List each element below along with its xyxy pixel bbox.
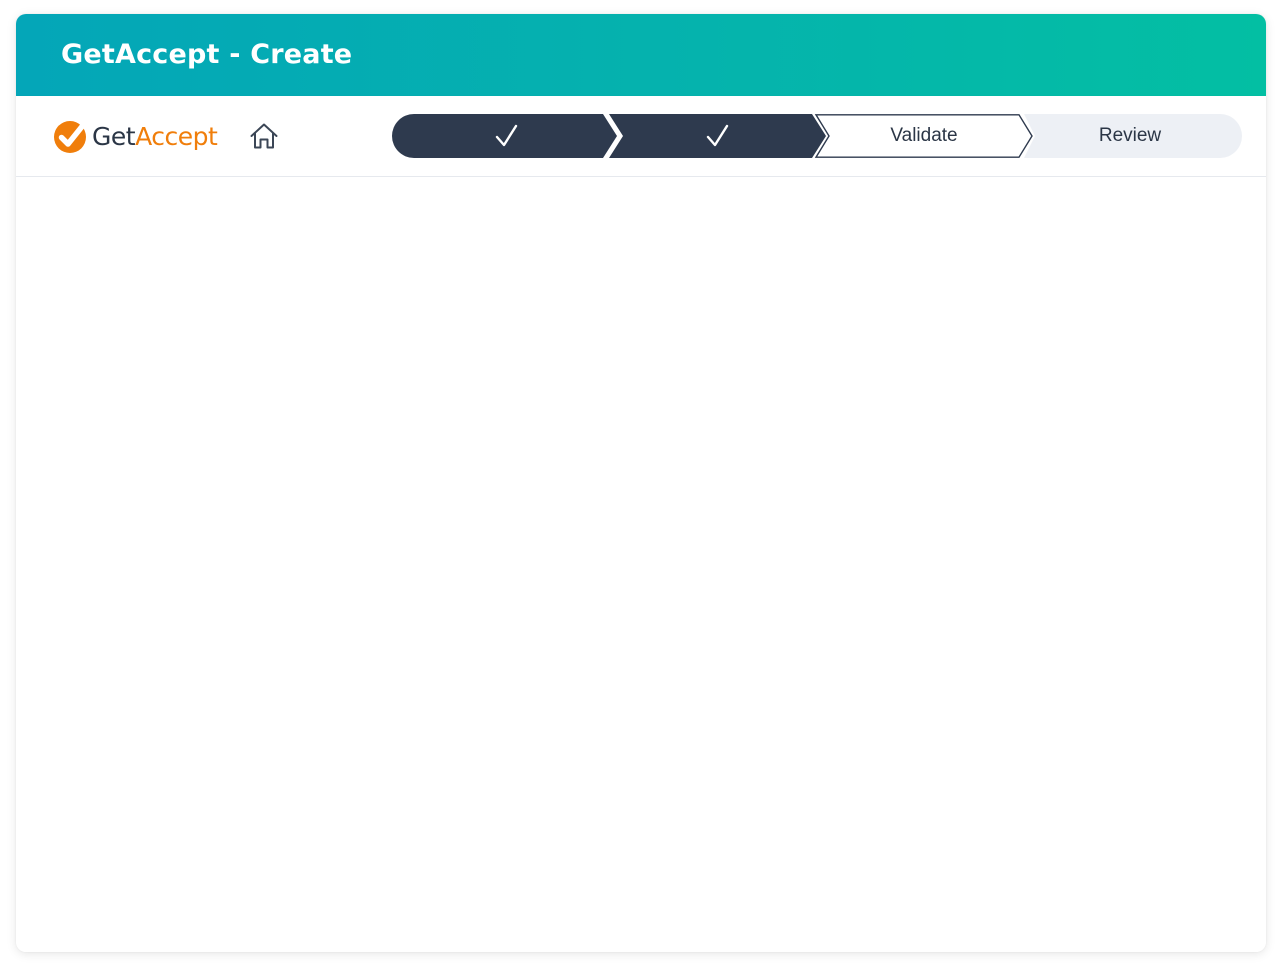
home-icon[interactable] <box>248 120 280 152</box>
app-window: GetAccept - Create GetAccept Validate Re… <box>16 14 1266 952</box>
main-content-area <box>16 177 1266 952</box>
step-validate-label[interactable]: Validate <box>829 114 1019 158</box>
getaccept-logo[interactable]: GetAccept <box>53 118 218 154</box>
logo-text-accept: Accept <box>135 121 218 151</box>
title-bar: GetAccept - Create <box>16 14 1266 96</box>
top-toolbar: GetAccept Validate Review <box>16 96 1266 177</box>
step-2-shape[interactable] <box>609 114 826 158</box>
window-title: GetAccept - Create <box>61 39 353 70</box>
step-review-label[interactable]: Review <box>1035 114 1225 158</box>
logo-text-get: Get <box>92 121 136 151</box>
progress-stepper: Validate Review <box>392 114 1242 158</box>
logo-wordmark: GetAccept <box>92 121 218 151</box>
getaccept-check-logo-icon <box>54 121 87 153</box>
step-1-shape[interactable] <box>392 114 617 158</box>
